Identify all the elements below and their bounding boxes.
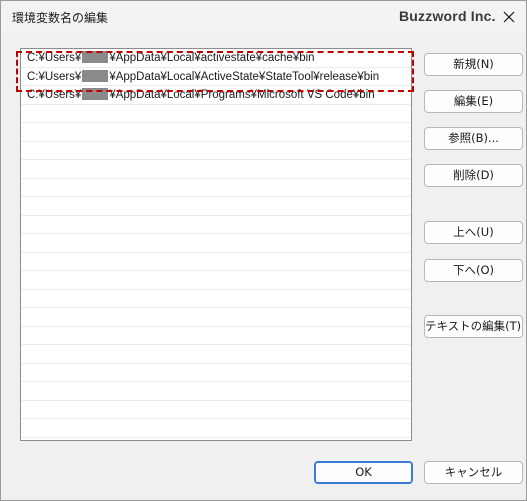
empty-list-row[interactable] (21, 290, 411, 308)
list-item-text: C:¥Users¥ ¥AppData¥Local¥ActiveState¥Stat… (27, 69, 380, 83)
empty-list-row[interactable] (21, 216, 411, 234)
move-down-button[interactable]: 下へ(O) (424, 259, 523, 282)
new-button[interactable]: 新規(N) (424, 53, 523, 76)
empty-list-row[interactable] (21, 364, 411, 382)
edit-button[interactable]: 編集(E) (424, 90, 523, 113)
move-up-button[interactable]: 上へ(U) (424, 221, 523, 244)
list-item-text: C:¥Users¥ ¥AppData¥Local¥Programs¥Microso… (27, 88, 375, 101)
empty-list-row[interactable] (21, 142, 411, 160)
empty-list-row[interactable] (21, 327, 411, 345)
redacted-username (82, 51, 109, 63)
list-item[interactable]: C:¥Users¥ ¥AppData¥Local¥Programs¥Microso… (21, 86, 411, 105)
list-item[interactable]: C:¥Users¥ ¥AppData¥Local¥ActiveState¥Stat… (21, 68, 411, 86)
redacted-username (82, 69, 109, 82)
empty-list-row[interactable] (21, 197, 411, 216)
empty-list-row[interactable] (21, 234, 411, 253)
delete-button[interactable]: 削除(D) (424, 164, 523, 187)
redacted-username (82, 88, 109, 100)
browse-button[interactable]: 参照(B)... (424, 127, 523, 150)
empty-list-row[interactable] (21, 105, 411, 123)
empty-list-row[interactable] (21, 401, 411, 419)
empty-list-row[interactable] (21, 179, 411, 197)
close-icon (503, 11, 515, 23)
empty-list-row[interactable] (21, 382, 411, 401)
edit-text-button[interactable]: テキストの編集(T)... (424, 315, 523, 338)
empty-list-row[interactable] (21, 123, 411, 142)
empty-list-row[interactable] (21, 419, 411, 438)
empty-list-row[interactable] (21, 345, 411, 364)
empty-list-row[interactable] (21, 271, 411, 290)
empty-list-row[interactable] (21, 253, 411, 271)
empty-list-row[interactable] (21, 160, 411, 179)
cancel-button[interactable]: キャンセル (424, 461, 523, 484)
empty-list-row[interactable] (21, 308, 411, 327)
brand-watermark: Buzzword Inc. (399, 8, 496, 24)
path-list[interactable]: C:¥Users¥ ¥AppData¥Local¥activestate¥cach… (20, 48, 412, 441)
dialog-title: 環境変数名の編集 (12, 11, 109, 25)
list-item[interactable]: C:¥Users¥ ¥AppData¥Local¥activestate¥cach… (21, 49, 411, 68)
ok-button[interactable]: OK (314, 461, 413, 484)
edit-env-var-dialog: 環境変数名の編集 Buzzword Inc. C:¥Users¥ ¥AppData… (0, 0, 527, 501)
dialog-content: C:¥Users¥ ¥AppData¥Local¥activestate¥cach… (1, 33, 526, 500)
close-button[interactable] (493, 3, 525, 31)
title-bar: 環境変数名の編集 Buzzword Inc. (1, 1, 526, 33)
list-item-text: C:¥Users¥ ¥AppData¥Local¥activestate¥cach… (27, 51, 315, 64)
